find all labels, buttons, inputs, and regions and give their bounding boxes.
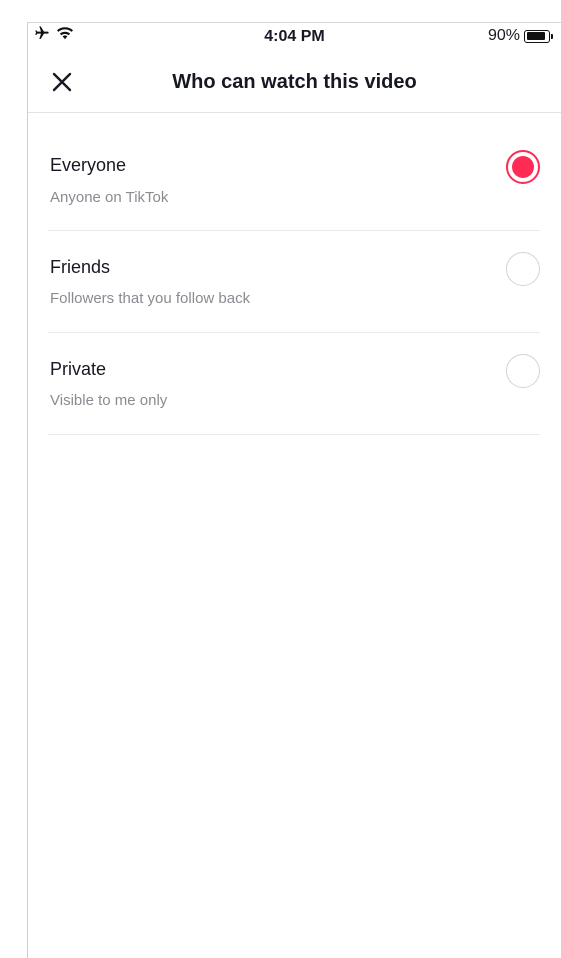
option-label: Everyone bbox=[50, 155, 127, 175]
option-everyone[interactable]: Everyone Anyone on TikTok bbox=[48, 113, 540, 231]
option-description: Visible to me only bbox=[50, 392, 168, 409]
option-friends[interactable]: Friends Followers that you follow back bbox=[48, 231, 540, 333]
radio-button[interactable] bbox=[506, 150, 540, 184]
status-bar: 4:04 PM 90% bbox=[28, 23, 561, 51]
battery-icon bbox=[524, 29, 550, 43]
battery-fill bbox=[526, 32, 546, 40]
radio-button[interactable] bbox=[506, 252, 540, 286]
radio-button[interactable] bbox=[506, 354, 540, 388]
nav-header: Who can watch this video bbox=[28, 52, 561, 113]
status-time: 4:04 PM bbox=[264, 28, 325, 45]
option-description: Followers that you follow back bbox=[50, 290, 251, 307]
page-title: Who can watch this video bbox=[172, 71, 417, 93]
status-icons-right: 90% bbox=[488, 27, 553, 45]
option-label: Friends bbox=[50, 257, 111, 277]
option-label: Private bbox=[50, 359, 107, 379]
option-description: Anyone on TikTok bbox=[50, 189, 169, 206]
battery-nub bbox=[551, 33, 553, 39]
battery-percent: 90% bbox=[487, 27, 520, 44]
option-private[interactable]: Private Visible to me only bbox=[48, 333, 540, 435]
screen: 4:04 PM 90% Who can watch this video Eve… bbox=[0, 0, 561, 958]
privacy-options-list: Everyone Anyone on TikTok Friends Follow… bbox=[48, 113, 540, 435]
radio-dot bbox=[512, 156, 534, 178]
screen-left-border bbox=[27, 22, 28, 958]
